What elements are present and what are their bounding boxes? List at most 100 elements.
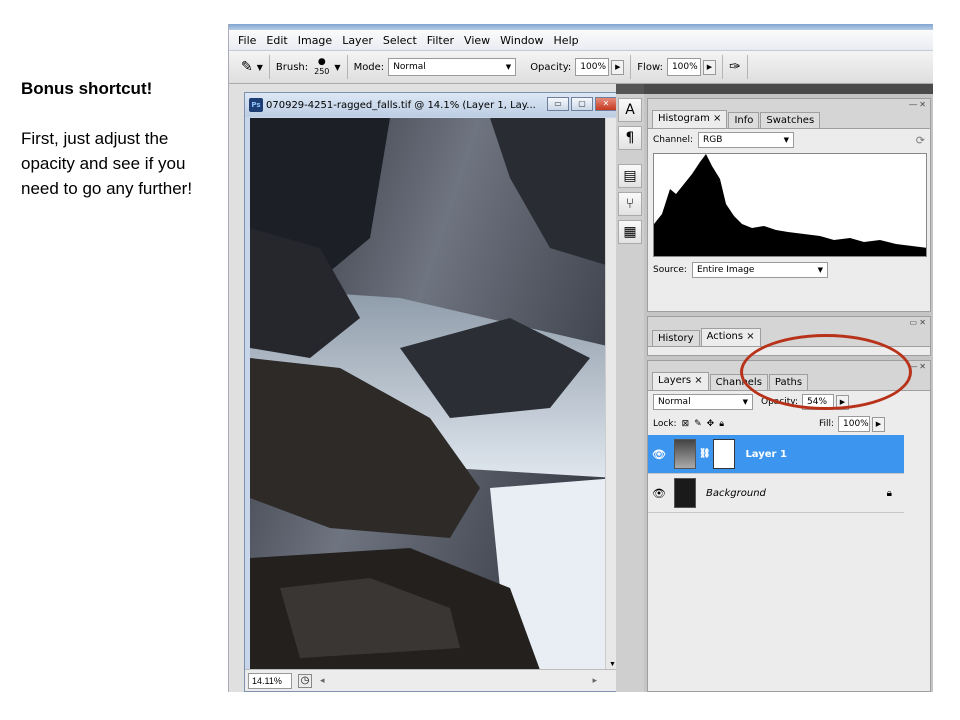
channel-row: Channel: RGB ▼ ⟳ (648, 129, 930, 151)
chevron-down-icon: ▼ (505, 63, 512, 71)
histogram-graph (653, 153, 927, 257)
tab-histogram[interactable]: Histogram × (652, 110, 728, 128)
panel-controls[interactable]: ▭ ✕ (648, 317, 930, 329)
dock-header[interactable] (644, 84, 933, 94)
layer-opacity-label: Opacity: (761, 397, 798, 407)
brush-preview: ● 250 (314, 57, 330, 77)
fill-slider-button[interactable]: ▶ (872, 416, 885, 432)
menu-edit[interactable]: Edit (261, 34, 292, 47)
source-value: Entire Image (696, 265, 755, 275)
menu-image[interactable]: Image (293, 34, 337, 47)
dock-header[interactable] (616, 84, 644, 94)
brush-picker[interactable]: Brush: ● 250 ▼ (275, 57, 341, 77)
layer-opacity-input[interactable]: 54% (802, 394, 834, 410)
brush-label: Brush: (275, 61, 309, 73)
lock-position-icon[interactable]: ✥ (707, 419, 715, 429)
lock-transparency-icon[interactable]: ⊠ (682, 419, 690, 429)
scroll-left-arrow-icon[interactable]: ◂ (320, 675, 325, 686)
scroll-down-arrow-icon[interactable]: ▼ (609, 661, 616, 668)
layer-comps-icon[interactable]: ▦ (618, 220, 642, 244)
document-title: 070929-4251-ragged_falls.tif @ 14.1% (La… (266, 99, 536, 111)
visibility-eye-icon[interactable]: 👁︎ (648, 448, 670, 461)
notes-panel-icon[interactable]: ▤ (618, 164, 642, 188)
zoom-field[interactable]: 14.11% (248, 672, 292, 689)
tab-channels[interactable]: Channels (709, 374, 768, 390)
mode-value: Normal (393, 62, 426, 72)
layer-row-layer-1[interactable]: 👁︎ ⛓︎ Layer 1 (648, 435, 904, 474)
menu-window[interactable]: Window (495, 34, 548, 47)
menu-view[interactable]: View (459, 34, 495, 47)
tab-layers[interactable]: Layers × (652, 372, 709, 390)
close-button[interactable]: ✕ (595, 97, 617, 111)
channel-label: Channel: (653, 135, 693, 145)
flow-label: Flow: (637, 61, 663, 73)
document-titlebar[interactable]: Ps 070929-4251-ragged_falls.tif @ 14.1% … (245, 93, 619, 117)
flow-input[interactable]: 100% (666, 58, 701, 76)
blend-opacity-row: Normal ▼ Opacity: 54% ▶ (648, 391, 930, 413)
image-canvas[interactable] (250, 118, 616, 670)
tab-paths[interactable]: Paths (768, 374, 809, 390)
history-panel: ▭ ✕ History Actions × (647, 316, 931, 356)
opacity-input[interactable]: 100% (575, 58, 610, 76)
mode-select[interactable]: Normal ▼ (388, 58, 517, 76)
minimize-button[interactable]: ▭ (547, 97, 569, 111)
fill-input[interactable]: 100% (838, 416, 870, 432)
character-panel-icon[interactable]: A (618, 98, 642, 122)
menu-help[interactable]: Help (549, 34, 584, 47)
slide-text: Bonus shortcut! First, just adjust the o… (21, 76, 216, 201)
clone-source-icon[interactable]: ⑂ (618, 192, 642, 216)
divider (346, 55, 348, 79)
channel-select[interactable]: RGB ▼ (697, 132, 794, 148)
layer-thumbnail (674, 478, 696, 508)
mode-control: Mode: Normal ▼ (354, 58, 517, 76)
layer-mask-thumbnail[interactable] (713, 439, 736, 469)
tab-history[interactable]: History (652, 330, 700, 346)
status-menu-icon[interactable]: ◷ (298, 673, 312, 688)
menu-layer[interactable]: Layer (337, 34, 378, 47)
source-row: Source: Entire Image ▼ (648, 259, 930, 281)
visibility-eye-icon[interactable]: 👁︎ (648, 487, 670, 500)
document-window: Ps 070929-4251-ragged_falls.tif @ 14.1% … (244, 92, 620, 692)
histogram-panel: — ✕ Histogram × Info Swatches Channel: R… (647, 98, 931, 312)
layer-opacity-slider-button[interactable]: ▶ (836, 394, 849, 410)
chevron-down-icon: ▼ (334, 62, 341, 72)
menu-filter[interactable]: Filter (422, 34, 459, 47)
tab-actions[interactable]: Actions × (700, 328, 761, 346)
menu-select[interactable]: Select (378, 34, 422, 47)
paragraph-panel-icon[interactable]: ¶ (618, 126, 642, 150)
menu-bar: File Edit Image Layer Select Filter View… (229, 30, 933, 51)
chevron-down-icon: ▼ (742, 398, 748, 406)
flow-control: Flow: 100% ▶ (637, 58, 716, 76)
brush-dot-icon: ● (317, 57, 326, 67)
chevron-down-icon: ▼ (817, 266, 823, 274)
menu-file[interactable]: File (233, 34, 261, 47)
tab-info[interactable]: Info (728, 112, 760, 128)
link-chain-icon[interactable]: ⛓︎ (699, 449, 710, 459)
histogram-tabs: Histogram × Info Swatches (648, 110, 930, 129)
opacity-control: Opacity: 100% ▶ (530, 58, 625, 76)
source-label: Source: (653, 265, 687, 275)
layer-row-background[interactable]: 👁︎ Background 🔒︎ (648, 474, 904, 513)
blend-mode-value: Normal (658, 397, 691, 407)
opacity-slider-button[interactable]: ▶ (611, 59, 625, 75)
brush-size: 250 (314, 67, 330, 76)
layers-tabs: Layers × Channels Paths (648, 372, 930, 391)
waterfall-photo (250, 118, 616, 670)
lock-fill-row: Lock: ⊠ ✎ ✥ 🔒︎ Fill: 100% ▶ (648, 413, 930, 435)
divider (746, 55, 748, 79)
document-status-bar: 14.11% ◷ ◂ ▸ (245, 669, 619, 691)
airbrush-button[interactable]: ✑ (729, 59, 741, 75)
tool-preset-picker[interactable]: ✎ ▼ (241, 59, 263, 75)
tab-swatches[interactable]: Swatches (760, 112, 821, 128)
source-select[interactable]: Entire Image ▼ (691, 262, 828, 278)
blend-mode-select[interactable]: Normal ▼ (653, 394, 753, 410)
history-tabs: History Actions × (648, 328, 930, 347)
layer-thumbnail (674, 439, 696, 469)
lock-image-icon[interactable]: ✎ (694, 419, 702, 429)
scroll-right-arrow-icon[interactable]: ▸ (592, 675, 597, 686)
refresh-icon[interactable]: ⟳ (916, 134, 925, 147)
maximize-button[interactable]: ▢ (571, 97, 593, 111)
lock-label: Lock: (653, 419, 677, 429)
lock-all-icon[interactable]: 🔒︎ (719, 419, 724, 429)
flow-slider-button[interactable]: ▶ (702, 59, 716, 75)
